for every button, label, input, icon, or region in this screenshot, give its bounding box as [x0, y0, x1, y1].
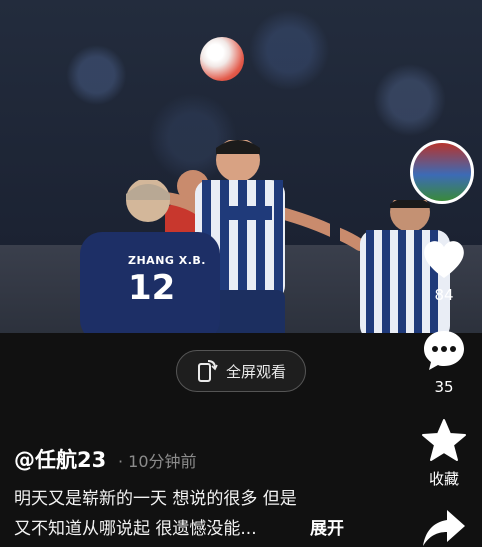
expand-button[interactable]: 展开	[310, 514, 344, 539]
football	[200, 37, 244, 81]
author-avatar[interactable]	[410, 140, 474, 204]
star-icon	[422, 419, 466, 461]
comment-count: 35	[434, 378, 454, 396]
comment-button[interactable]: 35	[414, 328, 474, 396]
share-arrow-icon	[423, 510, 465, 546]
fullscreen-button[interactable]: 全屏观看	[176, 350, 306, 392]
jersey-name: ZHANG X.B.	[128, 254, 206, 267]
share-button[interactable]	[414, 508, 474, 547]
fullscreen-label: 全屏观看	[225, 362, 286, 381]
heart-icon	[424, 241, 464, 278]
like-count: 84	[434, 286, 454, 304]
favorite-label: 收藏	[428, 470, 459, 488]
caption-line-2: 又不知道从哪说起 很遗憾没能...	[14, 519, 257, 539]
comment-bubble-icon	[424, 331, 464, 370]
post-time: · 10分钟前	[118, 452, 197, 471]
caption-line-1: 明天又是崭新的一天 想说的很多 但是	[14, 489, 297, 509]
jersey-number: 12	[128, 268, 176, 308]
author-name[interactable]: @任航23	[14, 444, 106, 474]
rotate-phone-icon	[197, 360, 218, 382]
favorite-button[interactable]: 收藏	[414, 418, 474, 489]
like-button[interactable]: 84	[414, 238, 474, 304]
